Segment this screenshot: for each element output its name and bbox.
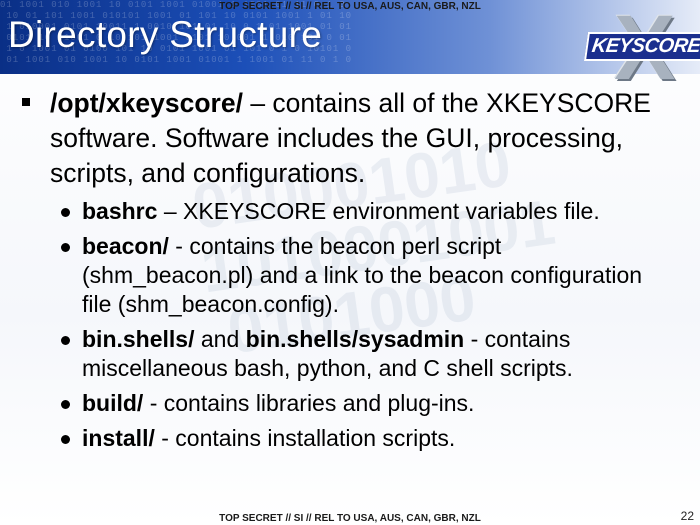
logo-wordmark: KEYSCORE	[583, 32, 700, 61]
slide-title: Directory Structure	[8, 14, 323, 55]
round-bullet-icon	[61, 400, 70, 409]
classification-banner-bottom: TOP SECRET // SI // REL TO USA, AUS, CAN…	[219, 513, 481, 524]
slide: 01 1001 010 1001 10 0101 1001 01001 1 10…	[0, 0, 700, 525]
round-bullet-icon	[61, 208, 70, 217]
sub-bullet-bashrc: bashrc – XKEYSCORE environment variables…	[61, 197, 672, 226]
sub-bullet-text: - contains libraries and plug-ins.	[143, 390, 475, 416]
square-bullet-icon	[22, 98, 30, 106]
sub-bullet-connector: and	[194, 326, 246, 352]
sub-bullet-text: – XKEYSCORE environment variables file.	[157, 198, 600, 224]
page-number: 22	[680, 509, 694, 523]
sub-bullet-path-2: bin.shells/sysadmin	[245, 326, 465, 352]
sub-bullet-list: bashrc – XKEYSCORE environment variables…	[0, 197, 700, 453]
main-bullet: /opt/xkeyscore/ – contains all of the XK…	[22, 86, 670, 191]
sub-bullet-path: build/	[82, 390, 144, 416]
sub-bullet-install: install/ - contains installation scripts…	[61, 424, 672, 453]
sub-bullet-path: bin.shells/	[82, 326, 195, 352]
sub-bullet-path: install/	[82, 425, 155, 451]
round-bullet-icon	[61, 435, 70, 444]
sub-bullet-path: beacon/	[82, 233, 169, 259]
sub-bullet-path: bashrc	[82, 198, 158, 224]
round-bullet-icon	[61, 336, 70, 345]
slide-content: /opt/xkeyscore/ – contains all of the XK…	[0, 86, 700, 459]
sub-bullet-text: - contains installation scripts.	[154, 425, 456, 451]
sub-bullet-bin-shells: bin.shells/ and bin.shells/sysadmin - co…	[61, 325, 672, 383]
xkeyscore-logo: X KEYSCORE	[583, 2, 700, 94]
round-bullet-icon	[61, 243, 70, 252]
sub-bullet-build: build/ - contains libraries and plug-ins…	[61, 389, 672, 418]
sub-bullet-beacon: beacon/ - contains the beacon perl scrip…	[61, 232, 672, 319]
main-bullet-path: /opt/xkeyscore/	[50, 88, 243, 118]
